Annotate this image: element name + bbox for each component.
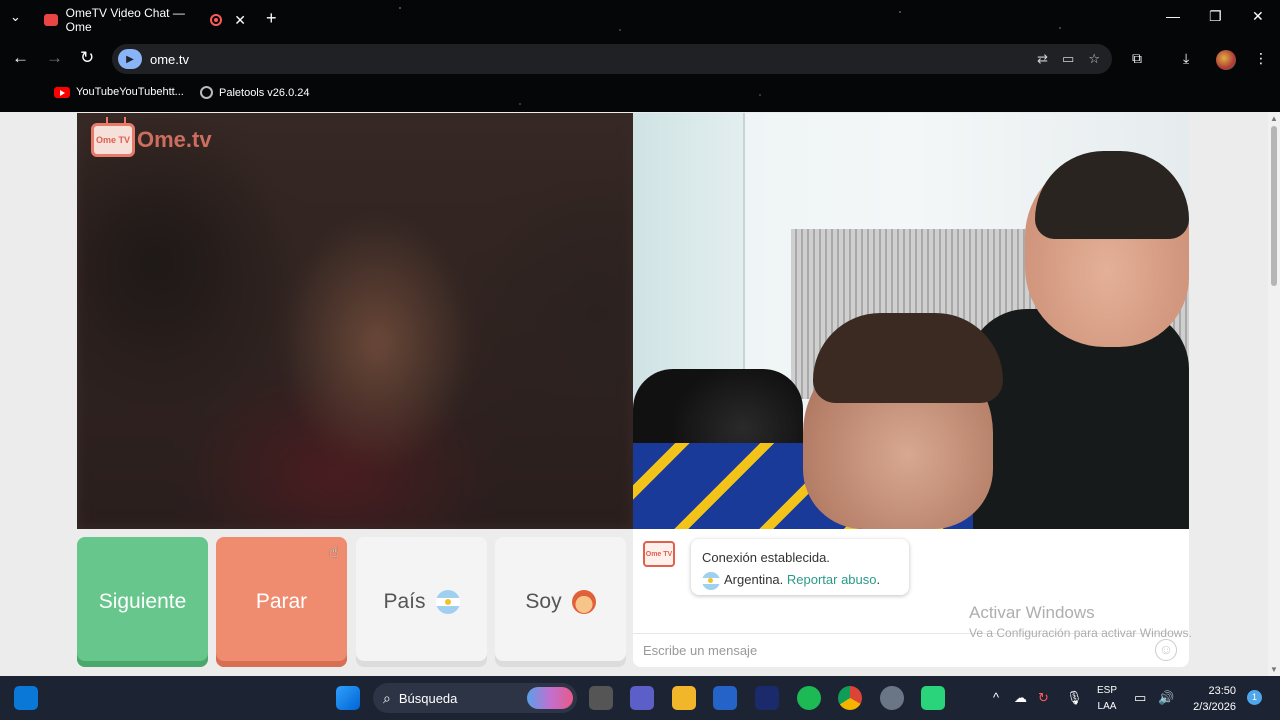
show-hidden-icons-icon[interactable]: ^ bbox=[993, 690, 999, 705]
extensions-icon[interactable]: ⧉ bbox=[1132, 50, 1142, 67]
download-icon[interactable]: ⤓ bbox=[1183, 50, 1189, 67]
taskbar-search[interactable]: ⌕ Búsqueda bbox=[373, 683, 577, 713]
blurred-camera-feed bbox=[77, 113, 633, 529]
translate-icon[interactable]: ⇄ bbox=[1037, 51, 1048, 67]
partner-video bbox=[633, 113, 1189, 529]
profile-avatar[interactable] bbox=[1216, 50, 1236, 70]
chrome-icon[interactable] bbox=[838, 686, 862, 710]
widgets-icon[interactable] bbox=[14, 686, 38, 710]
restore-icon[interactable]: ❐ bbox=[1209, 8, 1222, 25]
emoji-picker-icon[interactable]: ☺ bbox=[1155, 639, 1177, 661]
self-video: Ome TV Ome.tv bbox=[77, 113, 633, 529]
display-icon[interactable]: ▭ bbox=[1134, 690, 1146, 706]
argentina-flag-icon bbox=[435, 590, 460, 614]
tab-close-icon[interactable]: ✕ bbox=[234, 12, 246, 29]
windows-activation-watermark: Activar Windows Ve a Configuración para … bbox=[969, 603, 1192, 640]
country-button[interactable]: País bbox=[356, 537, 487, 667]
store-icon[interactable] bbox=[713, 686, 737, 710]
recording-icon bbox=[210, 14, 223, 26]
start-icon[interactable] bbox=[336, 686, 360, 710]
settings-gear-icon[interactable] bbox=[880, 686, 904, 710]
file-explorer-icon[interactable] bbox=[672, 686, 696, 710]
ometv-chat-icon: Ome TV bbox=[643, 541, 675, 567]
app-icon[interactable] bbox=[921, 686, 945, 710]
disney-plus-icon[interactable] bbox=[755, 686, 779, 710]
youtube-icon bbox=[54, 86, 70, 98]
bookmark-youtube[interactable]: YouTubeYouTubehtt... bbox=[54, 86, 184, 98]
spotify-icon[interactable] bbox=[797, 686, 821, 710]
bookmark-paletools[interactable]: Paletools v26.0.24 bbox=[200, 86, 310, 99]
tab-ometv[interactable]: OmeTV Video Chat — Ome ✕ bbox=[36, 6, 254, 34]
bookmark-star-icon[interactable]: ☆ bbox=[1088, 51, 1100, 67]
argentina-flag-icon bbox=[702, 571, 720, 590]
new-tab-button[interactable]: + bbox=[266, 8, 277, 29]
hand-cursor-icon: ☝ bbox=[329, 544, 339, 561]
woman-emoji-icon bbox=[571, 590, 596, 614]
tab-search-chevron-icon[interactable]: ⌄ bbox=[10, 9, 21, 25]
system-clock[interactable]: 23:50 2/3/2026 bbox=[1186, 683, 1236, 715]
stop-button[interactable]: Parar bbox=[216, 537, 347, 667]
search-icon: ⌕ bbox=[383, 689, 391, 706]
door bbox=[633, 113, 745, 413]
minimize-icon[interactable]: — bbox=[1166, 8, 1180, 24]
url-text[interactable]: ome.tv bbox=[150, 52, 189, 67]
menu-icon[interactable]: ⋮ bbox=[1254, 50, 1268, 67]
tab-strip: ⌄ OmeTV Video Chat — Ome ✕ + — ❐ ✕ bbox=[0, 0, 1280, 38]
sync-icon[interactable]: ↻ bbox=[1038, 690, 1049, 706]
close-window-icon[interactable]: ✕ bbox=[1252, 8, 1264, 25]
search-highlight-icon bbox=[527, 687, 573, 709]
scroll-up-icon[interactable]: ▲ bbox=[1270, 114, 1278, 123]
message-input[interactable]: Escribe un mensaje bbox=[643, 643, 757, 658]
onedrive-icon[interactable]: ☁ bbox=[1014, 690, 1027, 706]
bookmark-label: Paletools v26.0.24 bbox=[219, 86, 310, 99]
scrollbar-thumb[interactable] bbox=[1271, 126, 1277, 286]
teams-icon[interactable] bbox=[630, 686, 654, 710]
volume-icon[interactable]: 🔊 bbox=[1158, 690, 1174, 706]
tab-title: OmeTV Video Chat — Ome bbox=[65, 6, 185, 34]
ometv-favicon-icon bbox=[44, 14, 58, 26]
back-icon[interactable]: ← bbox=[12, 48, 29, 68]
gender-button[interactable]: Soy bbox=[495, 537, 626, 667]
logo-text: Ome.tv bbox=[137, 127, 212, 152]
person-left-hair bbox=[813, 313, 1003, 403]
task-view-icon[interactable] bbox=[589, 686, 613, 710]
scroll-down-icon[interactable]: ▼ bbox=[1270, 665, 1278, 674]
chat-panel: Ome TV Conexión establecida. Argentina. … bbox=[633, 529, 1189, 667]
connection-status: Conexión establecida. bbox=[702, 550, 830, 565]
system-message: Conexión establecida. Argentina. Reporta… bbox=[691, 539, 909, 595]
microphone-icon[interactable]: 🎙 bbox=[1066, 690, 1083, 706]
page-scrollbar[interactable]: ▲ ▼ bbox=[1268, 112, 1280, 676]
notification-badge[interactable]: 1 bbox=[1247, 690, 1262, 705]
next-button[interactable]: Siguiente bbox=[77, 537, 208, 667]
tv-icon: Ome TV bbox=[91, 123, 135, 157]
cast-icon[interactable]: ▭ bbox=[1062, 51, 1074, 67]
address-bar[interactable]: ▶ ome.tv ⇄ ▭ ☆ bbox=[112, 44, 1112, 74]
forward-icon[interactable]: → bbox=[46, 48, 63, 68]
bookmarks-bar: YouTubeYouTubehtt... Paletools v26.0.24 bbox=[0, 80, 1280, 180]
site-camera-icon[interactable]: ▶ bbox=[118, 49, 142, 69]
reload-icon[interactable]: ↻ bbox=[80, 48, 94, 68]
report-abuse-link[interactable]: Reportar abuso bbox=[787, 572, 877, 587]
bookmark-label: YouTubeYouTubehtt... bbox=[76, 86, 184, 98]
partner-country: Argentina. bbox=[724, 572, 784, 587]
ometv-logo[interactable]: Ome TV Ome.tv bbox=[91, 123, 212, 157]
taskbar bbox=[0, 676, 1280, 720]
paletools-icon bbox=[200, 86, 213, 99]
input-language[interactable]: ESP LAA bbox=[1094, 683, 1120, 715]
